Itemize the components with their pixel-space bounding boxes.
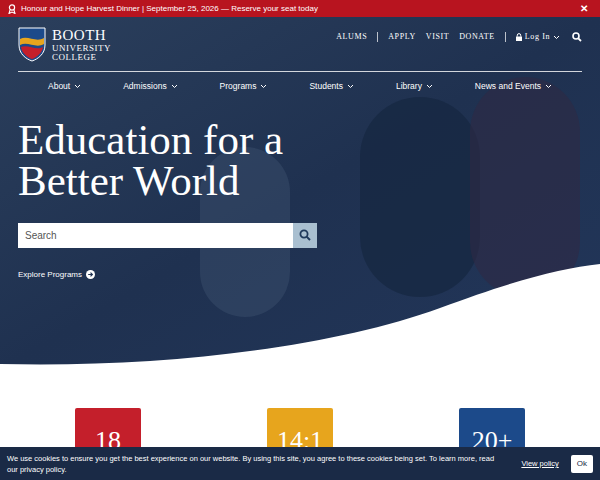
logo-text: UNIVERSITY [52, 44, 111, 53]
nav-item[interactable]: Programs [220, 80, 268, 93]
logo[interactable]: BOOTH UNIVERSITY COLLEGE [18, 27, 111, 62]
chevron-down-icon [426, 84, 433, 89]
login-link[interactable]: Log In [525, 31, 550, 43]
nav-item[interactable]: Students [309, 80, 354, 93]
hero: BOOTH UNIVERSITY COLLEGE ALUMS APPLY VISIT… [0, 17, 600, 370]
search-button[interactable] [293, 223, 317, 248]
chevron-down-icon [260, 84, 267, 89]
chevron-down-icon [545, 84, 552, 89]
ribbon-icon [8, 4, 16, 14]
separator [377, 32, 378, 42]
chevron-down-icon [74, 84, 81, 89]
utility-link[interactable]: ALUMS [336, 31, 367, 43]
chevron-down-icon [347, 84, 354, 89]
hero-title-line: Education for a [18, 119, 582, 160]
arrow-circle-icon [86, 270, 95, 279]
search-icon[interactable] [572, 32, 582, 42]
banner-text[interactable]: Honour and Hope Harvest Dinner | Septemb… [21, 3, 318, 15]
nav-item[interactable]: Admissions [123, 80, 177, 93]
wave-divider [0, 260, 600, 370]
utility-link[interactable]: APPLY [388, 31, 416, 43]
nav-item[interactable]: About [48, 80, 81, 93]
view-policy-link[interactable]: View policy [521, 458, 558, 469]
nav-item[interactable]: Library [396, 80, 433, 93]
chevron-down-icon [553, 35, 560, 40]
explore-link[interactable]: Explore Programs [18, 269, 582, 281]
cookie-text: We use cookies to ensure you get the bes… [7, 453, 501, 475]
hero-title: Education for a Better World [18, 119, 582, 201]
utility-link[interactable]: DONATE [459, 31, 495, 43]
search-input[interactable] [18, 223, 293, 248]
search-icon [299, 229, 311, 241]
logo-text: BOOTH [52, 28, 111, 43]
lock-icon [516, 33, 522, 41]
cookie-bar: We use cookies to ensure you get the bes… [0, 447, 600, 480]
search-form [18, 223, 317, 248]
announcement-banner[interactable]: Honour and Hope Harvest Dinner | Septemb… [0, 0, 600, 17]
logo-text: COLLEGE [52, 53, 111, 62]
main-nav: About Admissions Programs Students Library Ne… [18, 72, 582, 93]
hero-title-line: Better World [18, 160, 582, 201]
nav-item[interactable]: News and Events [475, 80, 552, 93]
shield-logo-icon [18, 27, 46, 62]
close-button[interactable]: ✕ [580, 1, 588, 16]
utility-bar: ALUMS APPLY VISIT DONATE Log In [336, 31, 582, 43]
chevron-down-icon [171, 84, 178, 89]
utility-link[interactable]: VISIT [426, 31, 449, 43]
ok-button[interactable]: Ok [571, 455, 593, 473]
